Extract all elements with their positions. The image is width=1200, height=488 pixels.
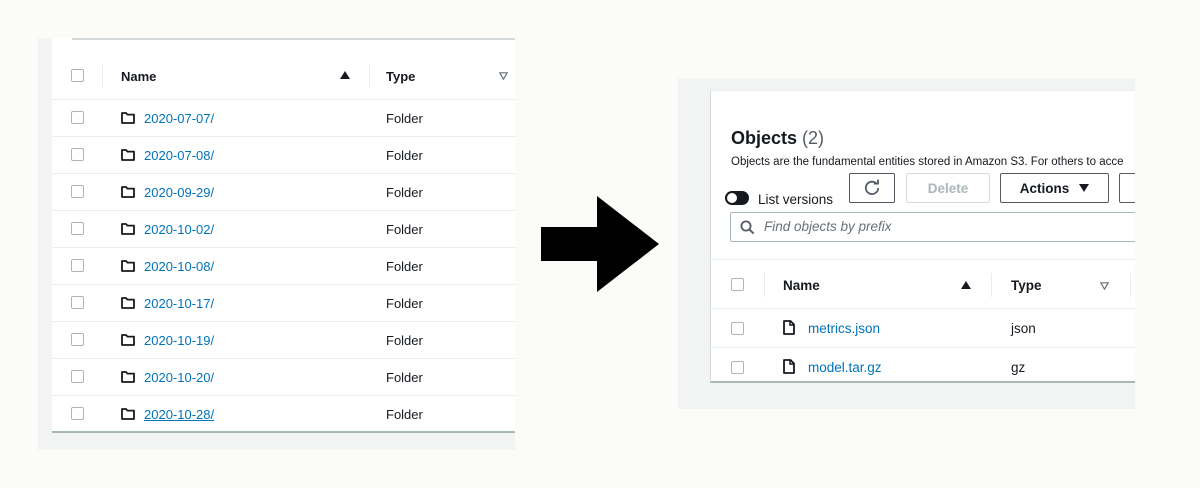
row-type: Folder bbox=[386, 407, 423, 422]
right-arrow-icon bbox=[541, 196, 659, 292]
folder-icon bbox=[121, 259, 135, 275]
column-divider bbox=[991, 273, 992, 297]
row-checkbox[interactable] bbox=[71, 259, 84, 272]
folder-link[interactable]: 2020-07-07/ bbox=[144, 111, 214, 126]
refresh-icon bbox=[864, 179, 880, 195]
table-row[interactable]: 2020-09-29/Folder bbox=[52, 174, 515, 211]
folder-icon bbox=[121, 111, 135, 127]
toggle-knob bbox=[727, 193, 737, 203]
actions-button[interactable]: Actions bbox=[1000, 173, 1109, 203]
folder-listing-panel: Name Type 2020-07-07/Folder 2020-07-08/Fo… bbox=[38, 38, 515, 450]
sort-descending-outline-icon[interactable] bbox=[1100, 282, 1109, 290]
row-checkbox[interactable] bbox=[71, 407, 84, 420]
object-link[interactable]: metrics.json bbox=[808, 321, 880, 336]
list-versions-label: List versions bbox=[758, 192, 834, 207]
select-all-checkbox[interactable] bbox=[71, 69, 84, 82]
row-type: gz bbox=[1011, 360, 1026, 375]
file-icon bbox=[783, 320, 795, 338]
row-checkbox[interactable] bbox=[71, 296, 84, 309]
objects-card: Objects (2) Objects are the fundamental … bbox=[710, 90, 1135, 383]
table-row[interactable]: 2020-10-08/Folder bbox=[52, 248, 515, 285]
column-header-name[interactable]: Name bbox=[783, 278, 820, 293]
folder-icon bbox=[121, 333, 135, 349]
objects-title: Objects (2) bbox=[731, 128, 824, 149]
row-type: Folder bbox=[386, 333, 423, 348]
row-checkbox[interactable] bbox=[731, 361, 744, 374]
column-header-type[interactable]: Type bbox=[386, 69, 415, 84]
table-top-divider bbox=[72, 38, 515, 40]
column-header-type[interactable]: Type bbox=[1011, 278, 1042, 293]
objects-title-text: Objects bbox=[731, 128, 798, 148]
column-divider bbox=[102, 65, 103, 87]
row-checkbox[interactable] bbox=[71, 148, 84, 161]
row-type: Folder bbox=[386, 148, 423, 163]
column-divider bbox=[764, 273, 765, 297]
folder-link[interactable]: 2020-10-08/ bbox=[144, 259, 214, 274]
row-type: Folder bbox=[386, 259, 423, 274]
file-icon bbox=[783, 359, 795, 377]
column-header-name[interactable]: Name bbox=[121, 69, 156, 84]
caret-down-icon bbox=[1079, 184, 1090, 192]
column-divider bbox=[1130, 273, 1131, 297]
folder-link[interactable]: 2020-10-17/ bbox=[144, 296, 214, 311]
table-row[interactable]: 2020-07-07/Folder bbox=[52, 100, 515, 137]
table-row[interactable]: 2020-10-19/Folder bbox=[52, 322, 515, 359]
row-checkbox[interactable] bbox=[731, 322, 744, 335]
table-row[interactable]: 2020-10-17/Folder bbox=[52, 285, 515, 322]
row-type: Folder bbox=[386, 185, 423, 200]
table-header: Name Type bbox=[52, 52, 515, 100]
folder-icon bbox=[121, 222, 135, 238]
search-input[interactable] bbox=[764, 219, 1124, 234]
row-checkbox[interactable] bbox=[71, 222, 84, 235]
more-button[interactable] bbox=[1119, 173, 1135, 203]
row-checkbox[interactable] bbox=[71, 111, 84, 124]
select-all-checkbox[interactable] bbox=[731, 278, 744, 291]
sort-descending-outline-icon[interactable] bbox=[499, 72, 508, 80]
object-link[interactable]: model.tar.gz bbox=[808, 360, 882, 375]
row-checkbox[interactable] bbox=[71, 185, 84, 198]
row-checkbox[interactable] bbox=[71, 333, 84, 346]
objects-table-header: Name Type bbox=[711, 259, 1135, 309]
folder-icon bbox=[121, 370, 135, 386]
folder-icon bbox=[121, 148, 135, 164]
folder-link[interactable]: 2020-10-28/ bbox=[144, 407, 214, 422]
folder-icon bbox=[121, 407, 135, 423]
sort-ascending-icon[interactable] bbox=[961, 281, 971, 289]
row-type: json bbox=[1011, 321, 1036, 336]
list-versions-toggle[interactable] bbox=[725, 191, 749, 205]
objects-description: Objects are the fundamental entities sto… bbox=[731, 156, 1124, 168]
folder-link[interactable]: 2020-10-02/ bbox=[144, 222, 214, 237]
folder-link[interactable]: 2020-07-08/ bbox=[144, 148, 214, 163]
table-row[interactable]: 2020-10-20/Folder bbox=[52, 359, 515, 396]
delete-button[interactable]: Delete bbox=[906, 173, 990, 203]
row-type: Folder bbox=[386, 222, 423, 237]
folder-icon bbox=[121, 296, 135, 312]
folder-icon bbox=[121, 185, 135, 201]
folder-link[interactable]: 2020-10-20/ bbox=[144, 370, 214, 385]
column-divider bbox=[369, 65, 370, 87]
row-type: Folder bbox=[386, 111, 423, 126]
folder-table: Name Type 2020-07-07/Folder 2020-07-08/Fo… bbox=[52, 38, 515, 433]
table-row[interactable]: model.tar.gz gz bbox=[711, 348, 1135, 387]
table-row[interactable]: 2020-10-02/Folder bbox=[52, 211, 515, 248]
refresh-button[interactable] bbox=[849, 173, 895, 203]
actions-label: Actions bbox=[1019, 180, 1070, 196]
row-checkbox[interactable] bbox=[71, 370, 84, 383]
table-row[interactable]: 2020-10-28/Folder bbox=[52, 396, 515, 431]
search-bar[interactable] bbox=[730, 212, 1135, 242]
search-icon bbox=[740, 220, 755, 235]
objects-count: (2) bbox=[802, 128, 825, 148]
folder-link[interactable]: 2020-10-19/ bbox=[144, 333, 214, 348]
folder-link[interactable]: 2020-09-29/ bbox=[144, 185, 214, 200]
table-row[interactable]: metrics.json json bbox=[711, 309, 1135, 348]
row-type: Folder bbox=[386, 370, 423, 385]
sort-ascending-icon[interactable] bbox=[340, 71, 350, 79]
row-type: Folder bbox=[386, 296, 423, 311]
objects-panel: Objects (2) Objects are the fundamental … bbox=[678, 78, 1135, 409]
table-row[interactable]: 2020-07-08/Folder bbox=[52, 137, 515, 174]
